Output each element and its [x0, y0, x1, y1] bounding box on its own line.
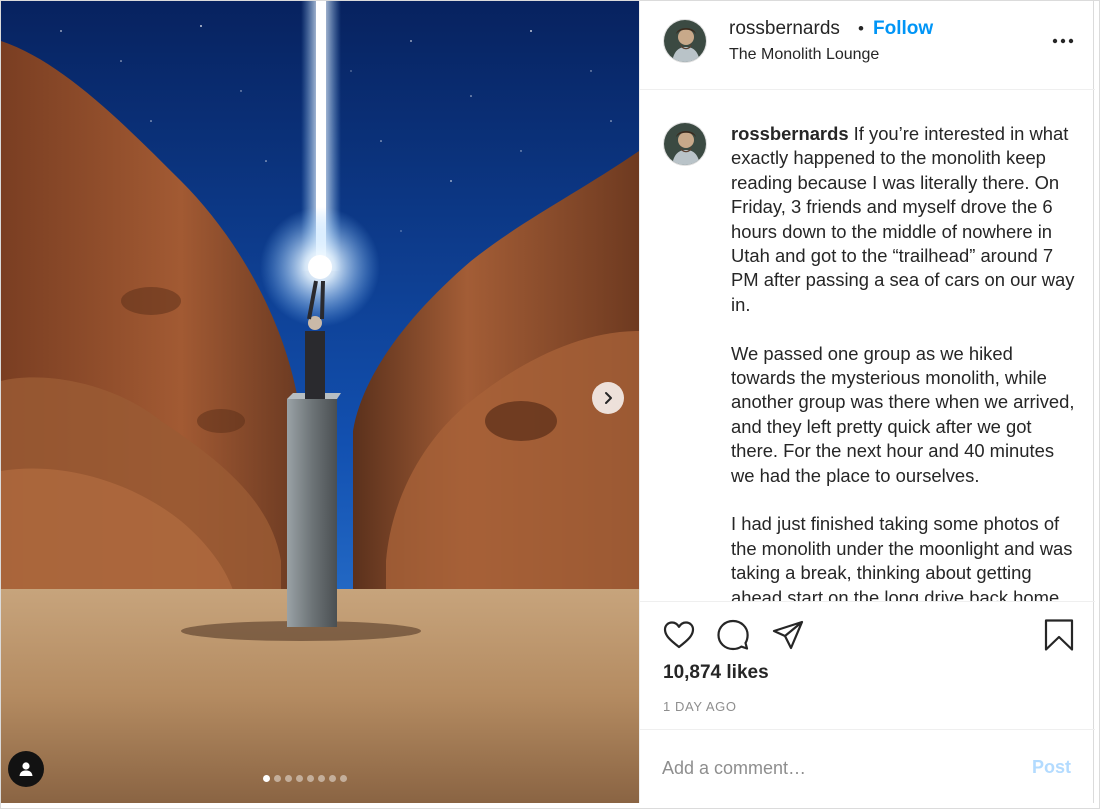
- avatar[interactable]: [663, 122, 707, 166]
- caption-paragraph: I had just finished taking some photos o…: [731, 513, 1073, 601]
- comments-section[interactable]: rossbernards If you’re interested in wha…: [640, 91, 1095, 601]
- more-horizontal-icon[interactable]: [1050, 31, 1076, 51]
- monolith-photo-image: [1, 1, 639, 803]
- post-location[interactable]: The Monolith Lounge: [729, 46, 879, 64]
- next-image-button[interactable]: [592, 382, 624, 414]
- instagram-post: rossbernards • Follow The Monolith Loung…: [0, 0, 1100, 809]
- post-author-username[interactable]: rossbernards: [729, 18, 840, 40]
- carousel-indicator: [263, 775, 347, 782]
- post-photo[interactable]: [1, 1, 639, 803]
- heart-icon[interactable]: [662, 618, 696, 652]
- avatar[interactable]: [663, 19, 707, 63]
- carousel-dot: [307, 775, 314, 782]
- separator-dot: •: [858, 19, 864, 38]
- paper-plane-icon[interactable]: [771, 618, 805, 652]
- person-icon: [19, 762, 33, 776]
- carousel-dot: [318, 775, 325, 782]
- post-header: rossbernards • Follow The Monolith Loung…: [640, 1, 1095, 90]
- carousel-dot: [329, 775, 336, 782]
- carousel-dot: [340, 775, 347, 782]
- tagged-users-button[interactable]: [8, 751, 44, 787]
- post-timestamp[interactable]: 1 DAY AGO: [663, 699, 737, 714]
- profile-photo-image: [664, 20, 706, 62]
- post-actions: 10,874 likes 1 DAY AGO: [640, 601, 1095, 729]
- comment-icon[interactable]: [716, 618, 750, 652]
- follow-button[interactable]: Follow: [873, 18, 933, 40]
- caption-paragraph: rossbernards If you’re interested in wha…: [731, 122, 1081, 317]
- carousel-dot: [274, 775, 281, 782]
- caption-text: If you’re interested in what exactly hap…: [731, 123, 1075, 315]
- carousel-dot: [263, 775, 270, 782]
- carousel-dot: [296, 775, 303, 782]
- add-comment-bar: Post: [640, 729, 1095, 803]
- chevron-right-icon: [605, 392, 612, 404]
- caption-paragraph: We passed one group as we hiked towards …: [731, 342, 1075, 486]
- profile-photo-image: [664, 123, 706, 165]
- carousel-dot: [285, 775, 292, 782]
- comment-input[interactable]: [662, 755, 1002, 781]
- caption-username[interactable]: rossbernards: [731, 123, 849, 144]
- post-caption: rossbernards If you’re interested in wha…: [731, 122, 1081, 601]
- post-comment-button[interactable]: Post: [1032, 757, 1071, 778]
- likes-count[interactable]: 10,874 likes: [663, 662, 769, 684]
- post-side-panel: rossbernards • Follow The Monolith Loung…: [639, 1, 1095, 803]
- bookmark-icon[interactable]: [1042, 618, 1076, 652]
